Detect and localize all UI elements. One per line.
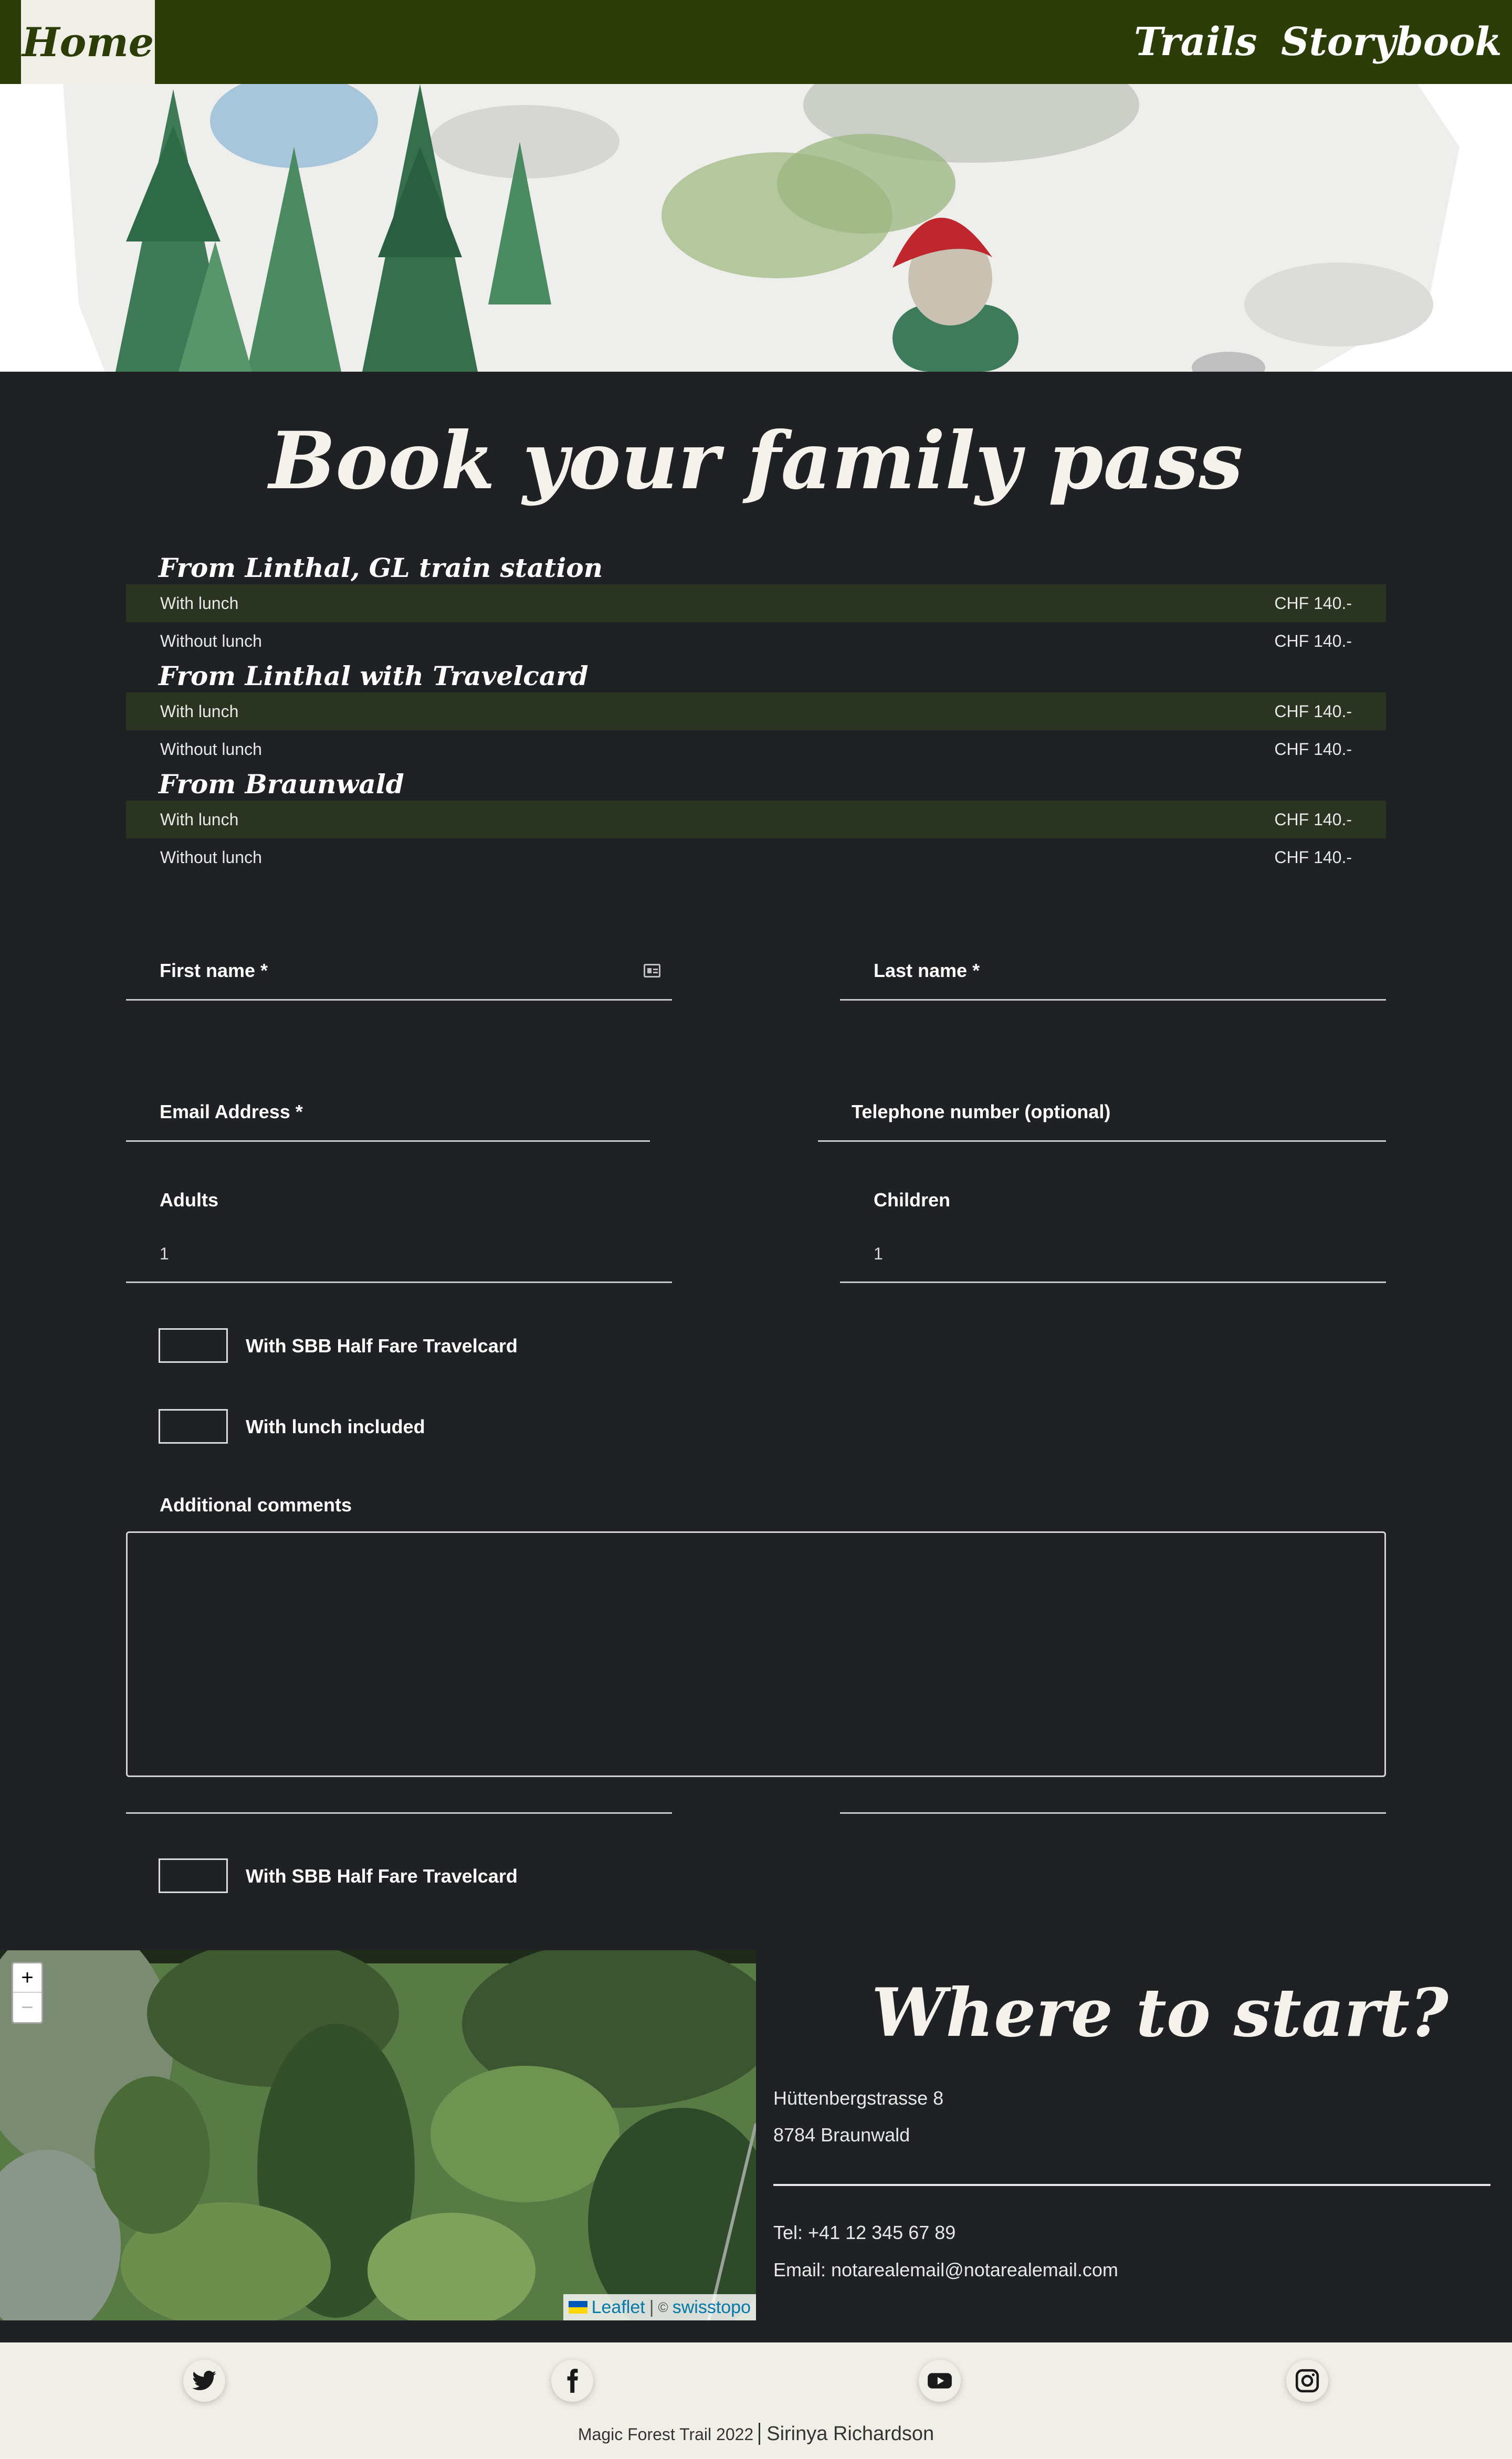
copyright-symbol: ©: [658, 2299, 668, 2315]
twitter-icon: [192, 2370, 216, 2390]
children-label: Children: [874, 1189, 951, 1211]
first-name-label: First name *: [160, 960, 268, 981]
price-row-price: CHF 140.-: [1274, 631, 1352, 650]
hero-illustration: [0, 84, 1512, 372]
last-name-field[interactable]: [840, 999, 1386, 1001]
leaflet-link[interactable]: Leaflet: [592, 2297, 645, 2318]
card-icon[interactable]: [644, 964, 660, 978]
section-title-linthal: From Linthal, GL train station: [159, 552, 603, 583]
facebook-link[interactable]: [551, 2360, 593, 2402]
price-row[interactable]: With lunch CHF 140.-: [126, 584, 1386, 622]
price-row-label: Without lunch: [160, 847, 262, 867]
adults-label: Adults: [160, 1189, 218, 1211]
price-row-price: CHF 140.-: [1274, 810, 1352, 829]
instagram-link[interactable]: [1286, 2360, 1328, 2402]
hero-drawing: [0, 84, 1512, 372]
section-title-braunwald: From Braunwald: [159, 769, 404, 800]
booking-title: Book your family pass: [269, 415, 1243, 507]
halffare-checkbox[interactable]: [159, 1328, 228, 1363]
address-street: Hüttenbergstrasse 8: [773, 2087, 944, 2109]
lunch-label: With lunch included: [246, 1416, 425, 1437]
instagram-icon: [1295, 2369, 1319, 2393]
copyright-text: Magic Forest Trail 2022: [578, 2425, 754, 2444]
ukraine-flag-icon: [568, 2301, 587, 2314]
halffare-checkbox-2[interactable]: [159, 1858, 228, 1893]
price-row[interactable]: With lunch CHF 140.-: [126, 801, 1386, 838]
email-field[interactable]: [126, 1140, 650, 1142]
price-row[interactable]: Without lunch CHF 140.-: [126, 622, 1386, 660]
lunch-checkbox[interactable]: [159, 1409, 228, 1444]
address-city: 8784 Braunwald: [773, 2124, 910, 2146]
children-field[interactable]: [840, 1281, 1386, 1283]
youtube-icon: [928, 2373, 952, 2389]
price-row-label: With lunch: [160, 810, 239, 829]
attribution-separator: |: [649, 2297, 654, 2317]
children-value[interactable]: 1: [874, 1244, 883, 1264]
nav-trails-link[interactable]: Trails: [1134, 0, 1257, 84]
halffare-label: With SBB Half Fare Travelcard: [246, 1335, 518, 1357]
author-name: Sirinya Richardson: [759, 2423, 934, 2445]
price-row-label: With lunch: [160, 701, 239, 721]
price-row[interactable]: Without lunch CHF 140.-: [126, 730, 1386, 768]
twitter-link[interactable]: [183, 2360, 225, 2402]
comments-textarea[interactable]: [126, 1531, 1386, 1777]
first-name-field[interactable]: [126, 999, 672, 1001]
adults-value[interactable]: 1: [160, 1244, 169, 1264]
price-row-price: CHF 140.-: [1274, 701, 1352, 721]
map[interactable]: + − Leaflet | © swisstopo: [0, 1950, 756, 2320]
map-attribution: Leaflet | © swisstopo: [563, 2294, 756, 2320]
price-row-label: Without lunch: [160, 739, 262, 759]
youtube-link[interactable]: [919, 2360, 961, 2402]
comments-label: Additional comments: [160, 1494, 352, 1516]
price-row-label: With lunch: [160, 593, 239, 613]
contact-email[interactable]: Email: notarealemail@notarealemail.com: [773, 2259, 1118, 2281]
map-imagery: [0, 1950, 756, 2320]
where-title: Where to start?: [872, 1974, 1448, 2052]
swisstopo-link[interactable]: swisstopo: [673, 2297, 751, 2318]
phone-label: Telephone number (optional): [852, 1101, 1111, 1122]
halffare-label-2: With SBB Half Fare Travelcard: [246, 1865, 518, 1887]
last-name-label: Last name *: [874, 960, 980, 981]
facebook-icon: [567, 2369, 578, 2393]
section-title-linthal-travelcard: From Linthal with Travelcard: [159, 660, 589, 691]
extra-field-left[interactable]: [126, 1812, 672, 1814]
adults-field[interactable]: [126, 1281, 672, 1283]
map-zoom-control: + −: [12, 1962, 43, 2024]
price-row-price: CHF 140.-: [1274, 739, 1352, 759]
footer-copyright: Magic Forest Trail 2022 Sirinya Richardso…: [0, 2423, 1512, 2445]
price-row-price: CHF 140.-: [1274, 847, 1352, 867]
nav-home-link[interactable]: Home: [21, 0, 155, 84]
price-row-label: Without lunch: [160, 631, 262, 650]
navbar: Home Trails Storybook: [0, 0, 1512, 84]
contact-tel: Tel: +41 12 345 67 89: [773, 2222, 956, 2243]
extra-field-right[interactable]: [840, 1812, 1386, 1814]
zoom-out-button[interactable]: −: [13, 1993, 41, 2022]
price-row-price: CHF 140.-: [1274, 593, 1352, 613]
phone-field[interactable]: [818, 1140, 1386, 1142]
price-row[interactable]: Without lunch CHF 140.-: [126, 838, 1386, 876]
price-row[interactable]: With lunch CHF 140.-: [126, 692, 1386, 730]
zoom-in-button[interactable]: +: [13, 1963, 41, 1993]
where-divider: [773, 2184, 1490, 2186]
nav-storybook-link[interactable]: Storybook: [1281, 0, 1502, 84]
email-label: Email Address *: [160, 1101, 303, 1122]
